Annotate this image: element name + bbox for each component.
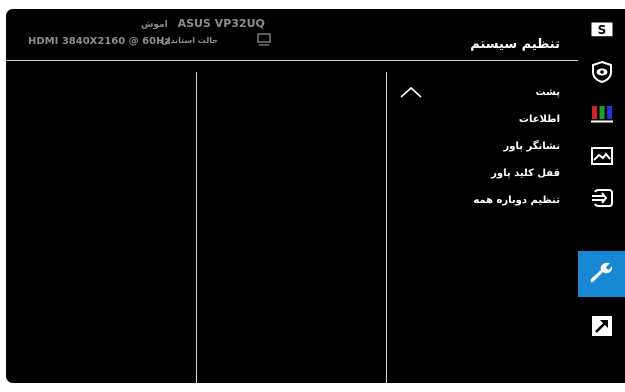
osd-menu: اموش ASUS VP32UQ حالت استاندارد HDMI 384… xyxy=(0,0,625,392)
sidebar-item-system-setup[interactable] xyxy=(578,251,625,297)
splendid-s-label: S xyxy=(597,23,606,37)
sidebar-item-shortcut[interactable] xyxy=(578,307,625,345)
model-info: اموش ASUS VP32UQ xyxy=(141,17,265,30)
color-bars-icon xyxy=(590,106,613,123)
menu-item-back[interactable]: پشت xyxy=(370,84,560,111)
monitor-icon xyxy=(257,33,271,46)
menu-item-reset-all[interactable]: تنظیم دوباره همه xyxy=(370,192,560,219)
image-icon xyxy=(590,147,613,165)
sidebar-item-eye-care[interactable] xyxy=(578,53,625,91)
system-setup-menu: پشت اطلاعات نشانگر پاور قفل کلید پاور تن… xyxy=(370,84,560,219)
osd-sidebar: S xyxy=(578,9,625,383)
menu-item-power-key-lock[interactable]: قفل کلید پاور xyxy=(370,165,560,192)
brand-model: ASUS VP32UQ xyxy=(177,17,265,30)
osd-panel: اموش ASUS VP32UQ حالت استاندارد HDMI 384… xyxy=(6,9,578,383)
sidebar-item-input-select[interactable] xyxy=(578,179,625,217)
wrench-icon xyxy=(590,262,612,283)
splendid-s-icon: S xyxy=(590,22,613,38)
osd-header: اموش ASUS VP32UQ حالت استاندارد HDMI 384… xyxy=(6,9,578,60)
sidebar-item-image[interactable] xyxy=(578,137,625,175)
eye-care-icon xyxy=(591,60,612,84)
input-select-icon xyxy=(591,189,613,207)
column-divider xyxy=(196,72,197,383)
mode-label: اموش xyxy=(141,20,168,30)
header-divider xyxy=(6,60,578,61)
menu-item-power-indicator[interactable]: نشانگر پاور xyxy=(370,138,560,165)
page-title: تنظیم سیستم xyxy=(470,37,560,52)
sidebar-item-color[interactable] xyxy=(578,95,625,133)
menu-item-information[interactable]: اطلاعات xyxy=(370,111,560,138)
signal-info: HDMI 3840X2160 @ 60Hz xyxy=(28,36,171,47)
sidebar-item-splendid[interactable]: S xyxy=(578,11,625,49)
shortcut-arrow-icon xyxy=(591,316,612,336)
